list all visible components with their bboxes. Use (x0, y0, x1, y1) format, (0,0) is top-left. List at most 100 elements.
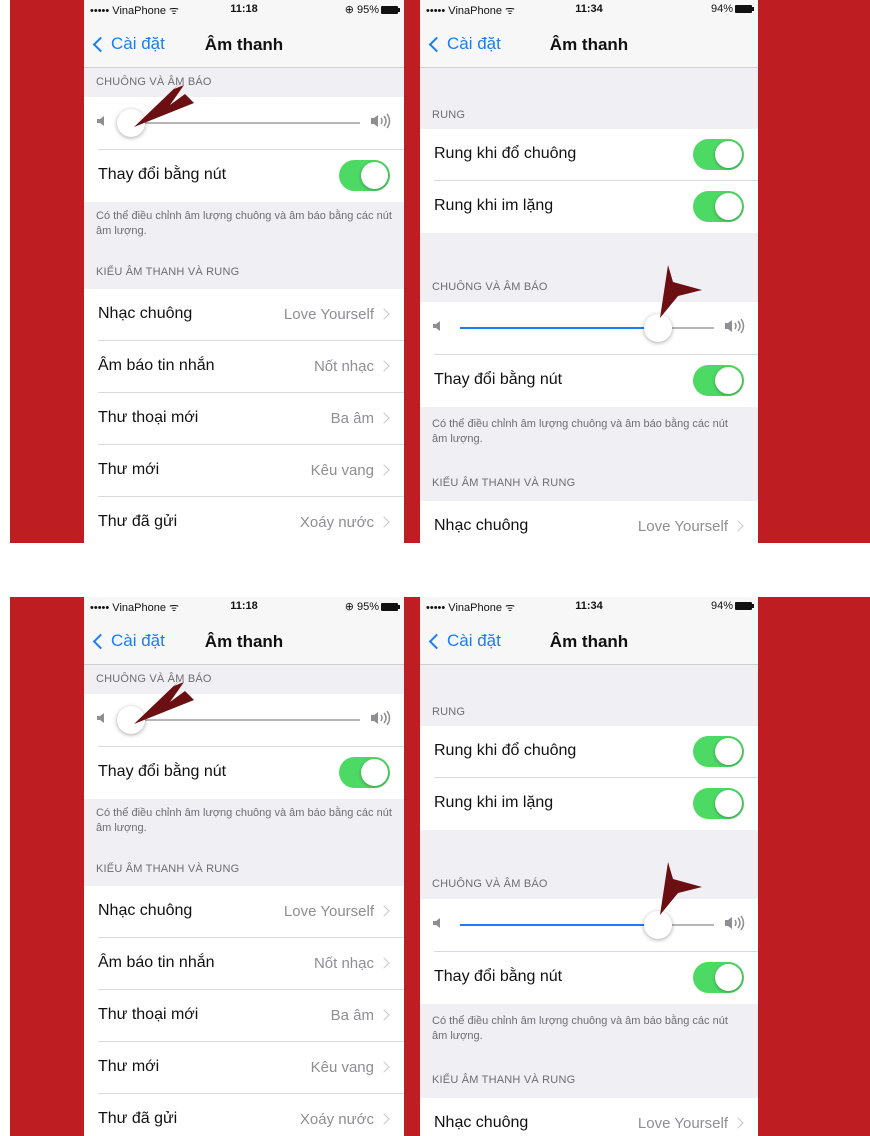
patterns-section-header: KIỂU ÂM THANH VÀ RUNG (432, 1074, 576, 1086)
chevron-right-icon (378, 308, 390, 320)
speaker-low-icon (96, 114, 108, 128)
slider-thumb[interactable] (117, 109, 146, 137)
status-bar: ••••• VinaPhone ᯤ 11:18 ⊕ 95% (84, 0, 404, 20)
list-item[interactable]: Nhạc chuông Love Yourself (98, 886, 404, 938)
status-bar: ••••• VinaPhone ᯤ 11:18 ⊕ 95% (84, 597, 404, 617)
navigation-bar: Cài đặt Âm thanh (84, 617, 404, 665)
list-item[interactable]: Nhạc chuông Love Yourself (434, 501, 758, 543)
slider-thumb[interactable] (117, 706, 146, 734)
list-item[interactable]: Âm báo tin nhắn Nốt nhạc (98, 938, 404, 990)
slider-thumb[interactable] (644, 314, 673, 342)
vibrate-on-silent-row: Rung khi im lặng (434, 778, 758, 830)
vibrate-on-ring-row-switch[interactable] (693, 139, 744, 170)
switch-knob (715, 193, 742, 220)
change-with-buttons-row-label: Thay đổi bằng nút (98, 763, 227, 780)
battery-indicator: ⊕ 95% (345, 3, 400, 16)
ringer-volume-slider[interactable] (84, 694, 404, 746)
chevron-right-icon (732, 1117, 744, 1129)
list-item-label: Nhạc chuông (98, 902, 193, 919)
list-item-value: Xoáy nước (299, 1111, 374, 1128)
page-title: Âm thanh (549, 632, 629, 651)
battery-icon (735, 602, 754, 611)
ringer-volume-slider[interactable] (420, 302, 758, 354)
list-item-value: Kêu vang (310, 462, 374, 479)
chevron-right-icon (378, 1061, 390, 1073)
list-item[interactable]: Thư đã gửi Xoáy nước (98, 497, 404, 543)
battery-percent: 94% (710, 600, 733, 612)
chevron-right-icon (378, 1009, 390, 1021)
list-item[interactable]: Nhạc chuông Love Yourself (98, 289, 404, 341)
chevron-right-icon (378, 412, 390, 424)
slider-thumb[interactable] (644, 911, 673, 939)
battery-indicator: ⊕ 95% (344, 600, 400, 613)
list-item-value: Love Yourself (637, 1115, 728, 1132)
slider-track[interactable] (124, 122, 360, 124)
settings-screen-sounds-b: ••••• VinaPhone ᯤ 11:34 94% Cài đặt Âm t… (420, 597, 758, 1136)
vibrate-group: Rung khi đổ chuông Rung khi im lặng (420, 726, 758, 830)
chevron-right-icon (378, 516, 390, 528)
change-with-buttons-row-switch[interactable] (339, 160, 390, 191)
list-item-value: Ba âm (330, 410, 374, 427)
ringer-section-header: CHUÔNG VÀ ÂM BÁO (96, 673, 212, 685)
list-item[interactable]: Thư mới Kêu vang (98, 1042, 404, 1094)
sound-patterns-list: Nhạc chuông Love Yourself (420, 1098, 758, 1136)
pointer-arrow-icon (660, 862, 702, 915)
list-item-label: Âm báo tin nhắn (98, 357, 215, 374)
list-item[interactable]: Thư đã gửi Xoáy nước (98, 1094, 404, 1136)
speaker-high-icon (370, 709, 392, 727)
speaker-low-icon (432, 319, 444, 333)
speaker-high-icon (724, 317, 746, 335)
ringer-group: Thay đổi bằng nút (420, 302, 758, 407)
list-item-value: Love Yourself (283, 903, 374, 920)
list-item-value: Nốt nhạc (313, 955, 374, 972)
list-item-label: Nhạc chuông (98, 305, 193, 322)
list-item-value: Love Yourself (637, 518, 728, 535)
ringer-footnote: Có thể điều chỉnh âm lượng chuông và âm … (96, 210, 392, 237)
vibrate-on-ring-row-switch[interactable] (693, 736, 744, 767)
change-with-buttons-row-switch[interactable] (339, 757, 390, 788)
change-with-buttons-row: Thay đổi bằng nút (434, 355, 758, 407)
list-item[interactable]: Thư mới Kêu vang (98, 445, 404, 497)
change-with-buttons-row-label: Thay đổi bằng nút (98, 166, 227, 183)
vibrate-on-silent-row-switch[interactable] (693, 191, 744, 222)
sound-patterns-list: Nhạc chuông Love Yourself Âm báo tin nhắ… (84, 886, 404, 1136)
pointer-arrow-icon (660, 265, 702, 318)
vibrate-on-silent-row-switch[interactable] (693, 788, 744, 819)
list-item[interactable]: Thư thoại mới Ba âm (98, 393, 404, 445)
change-with-buttons-row-switch[interactable] (693, 365, 744, 396)
list-item[interactable]: Âm báo tin nhắn Nốt nhạc (98, 341, 404, 393)
ringer-volume-slider[interactable] (420, 899, 758, 951)
list-item-label: Âm báo tin nhắn (98, 954, 215, 971)
list-item-label: Thư thoại mới (98, 409, 199, 426)
navigation-bar: Cài đặt Âm thanh (420, 20, 758, 68)
vibrate-on-ring-row: Rung khi đổ chuông (434, 726, 758, 778)
list-item[interactable]: Thư thoại mới Ba âm (98, 990, 404, 1042)
list-item-label: Thư đã gửi (98, 1110, 178, 1127)
ringer-volume-slider[interactable] (84, 97, 404, 149)
change-with-buttons-row-switch[interactable] (693, 962, 744, 993)
navigation-bar: Cài đặt Âm thanh (84, 20, 404, 68)
vibrate-on-silent-row-label: Rung khi im lặng (434, 197, 554, 214)
status-bar: ••••• VinaPhone ᯤ 11:34 94% (420, 597, 758, 617)
ringer-footnote: Có thể điều chỉnh âm lượng chuông và âm … (96, 807, 392, 834)
change-with-buttons-row: Thay đổi bằng nút (434, 952, 758, 1004)
chevron-right-icon (378, 360, 390, 372)
vibrate-section-header: RUNG (432, 109, 466, 121)
patterns-section-header: KIỂU ÂM THANH VÀ RUNG (96, 863, 240, 875)
settings-screen-sounds-a: ••••• VinaPhone ᯤ 11:18 ⊕ 95% Cài đặt Âm… (84, 0, 404, 543)
ringer-group: Thay đổi bằng nút (84, 97, 404, 202)
battery-percent: 94% (710, 3, 733, 15)
sound-patterns-list: Nhạc chuông Love Yourself Âm báo tin nhắ… (84, 289, 404, 543)
battery-percent: ⊕ 95% (344, 601, 379, 613)
vibrate-group: Rung khi đổ chuông Rung khi im lặng (420, 129, 758, 233)
patterns-section-header: KIỂU ÂM THANH VÀ RUNG (96, 266, 240, 278)
page-title: Âm thanh (549, 35, 629, 54)
chevron-right-icon (378, 905, 390, 917)
chevron-right-icon (378, 957, 390, 969)
speaker-low-icon (96, 711, 108, 725)
vibrate-on-ring-row-label: Rung khi đổ chuông (434, 742, 577, 759)
slider-track[interactable] (124, 719, 360, 721)
list-item[interactable]: Nhạc chuông Love Yourself (434, 1098, 758, 1136)
ringer-group: Thay đổi bằng nút (84, 694, 404, 799)
switch-knob (715, 964, 742, 991)
